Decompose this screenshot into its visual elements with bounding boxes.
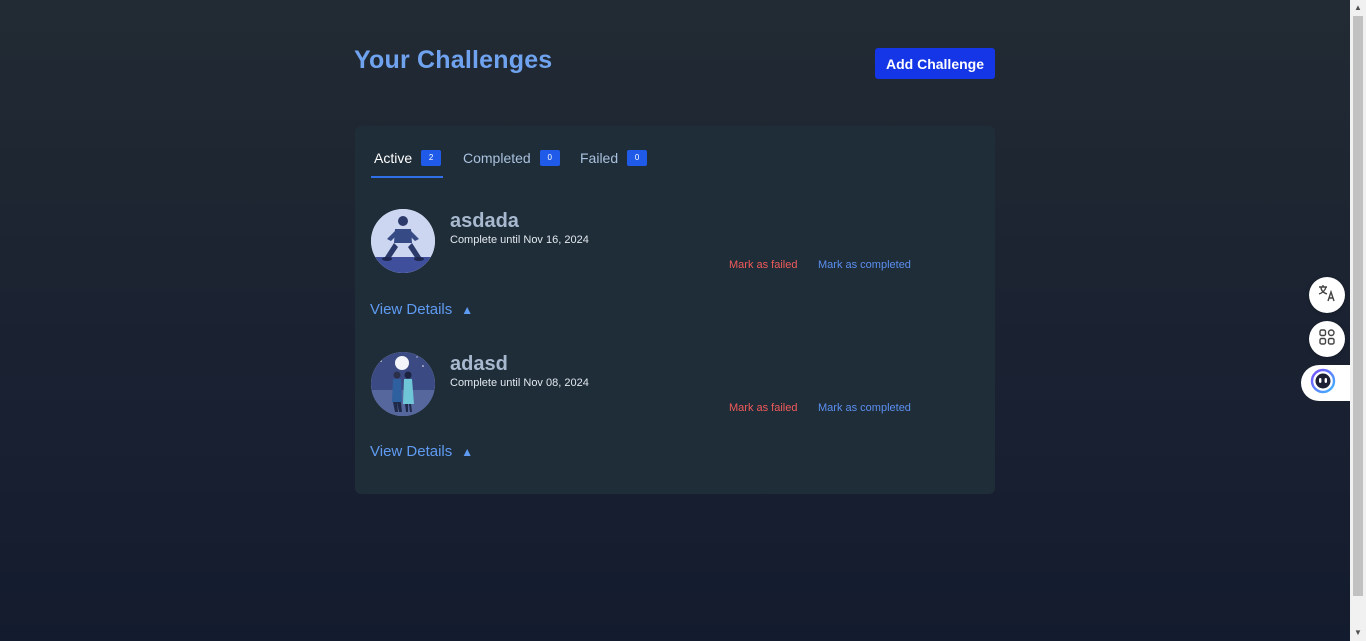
scroll-up-icon[interactable]: ▲ <box>1350 0 1366 16</box>
translate-button[interactable] <box>1309 277 1345 313</box>
challenge-item: adasd Complete until Nov 08, 2024 Mark a… <box>370 352 971 472</box>
challenge-deadline: Complete until Nov 16, 2024 <box>450 234 589 246</box>
count-badge: 2 <box>421 150 442 166</box>
add-challenge-button[interactable]: Add Challenge <box>875 48 995 79</box>
vertical-scrollbar[interactable]: ▲ ▼ <box>1350 0 1366 641</box>
view-details-label: View Details <box>370 443 453 460</box>
mark-failed-link[interactable]: Mark as failed <box>729 402 797 414</box>
tab-label: Active <box>374 150 413 166</box>
translate-icon <box>1318 284 1336 307</box>
tab-failed[interactable]: Failed 0 <box>580 148 648 178</box>
view-details-toggle[interactable]: View Details ▲ <box>370 443 473 460</box>
tab-label: Failed <box>580 150 619 166</box>
scroll-thumb[interactable] <box>1353 16 1363 596</box>
count-badge: 0 <box>539 150 560 166</box>
challenge-name: asdada <box>450 210 519 232</box>
person-stretching-avatar <box>371 209 435 273</box>
challenge-item: asdada Complete until Nov 16, 2024 Mark … <box>370 209 971 329</box>
view-details-toggle[interactable]: View Details ▲ <box>370 301 473 318</box>
count-badge: 0 <box>627 150 648 166</box>
apps-button[interactable] <box>1309 321 1345 357</box>
view-details-label: View Details <box>370 301 453 318</box>
challenges-card: Active 2 Completed 0 Failed 0 asdada Com… <box>355 126 995 494</box>
mark-completed-link[interactable]: Mark as completed <box>818 402 911 414</box>
caret-up-icon: ▲ <box>461 302 474 317</box>
challenge-deadline: Complete until Nov 08, 2024 <box>450 377 589 389</box>
tab-active[interactable]: Active 2 <box>371 148 443 178</box>
challenge-name: adasd <box>450 353 508 375</box>
page-title: Your Challenges <box>354 46 553 74</box>
mark-completed-link[interactable]: Mark as completed <box>818 259 911 271</box>
couple-night-avatar <box>371 352 435 416</box>
caret-up-icon: ▲ <box>461 444 474 459</box>
apps-grid-icon <box>1318 328 1336 351</box>
assistant-button[interactable] <box>1301 365 1350 401</box>
assistant-face-icon <box>1310 368 1336 399</box>
scroll-down-icon[interactable]: ▼ <box>1350 625 1366 641</box>
mark-failed-link[interactable]: Mark as failed <box>729 259 797 271</box>
tab-label: Completed <box>463 150 531 166</box>
tab-completed[interactable]: Completed 0 <box>463 148 560 178</box>
